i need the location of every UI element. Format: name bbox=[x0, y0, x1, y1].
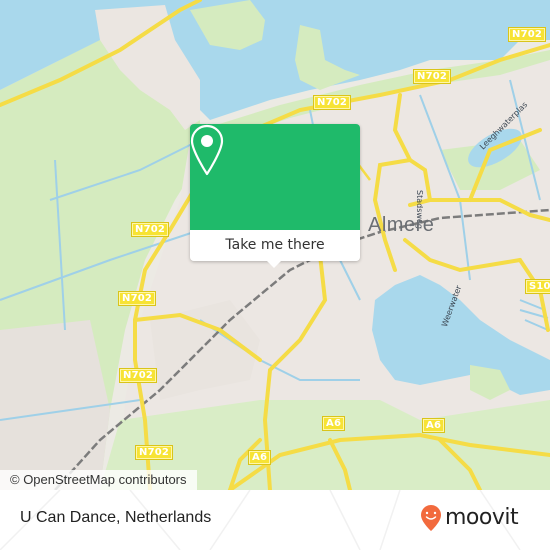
map[interactable]: N702 N702 N702 N702 N702 N702 N702 A6 A6… bbox=[0, 0, 550, 490]
moovit-wordmark: moovit bbox=[445, 505, 519, 530]
map-attribution[interactable]: © OpenStreetMap contributors bbox=[0, 470, 197, 490]
popup-header bbox=[190, 124, 360, 230]
city-label-almere: Almere bbox=[368, 214, 435, 236]
road-shield-a6: A6 bbox=[248, 450, 272, 465]
road-shield-n702: N702 bbox=[313, 95, 352, 110]
road-shield-n702: N702 bbox=[119, 368, 158, 383]
popup-pointer bbox=[266, 260, 282, 268]
road-shield-n702: N702 bbox=[131, 222, 170, 237]
place-name: U Can Dance, Netherlands bbox=[20, 509, 212, 526]
road-shield-n702: N702 bbox=[508, 27, 547, 42]
road-shield-n702: N702 bbox=[118, 291, 157, 306]
road-shield-a6: A6 bbox=[422, 418, 446, 433]
moovit-logo[interactable]: moovit bbox=[420, 504, 519, 532]
road-shield-n702: N702 bbox=[135, 445, 174, 460]
map-pin-icon bbox=[190, 124, 224, 176]
location-popup: Take me there bbox=[190, 124, 360, 268]
footer: U Can Dance, Netherlands moovit bbox=[0, 490, 550, 550]
road-shield-a6: A6 bbox=[322, 416, 346, 431]
moovit-pin-icon bbox=[421, 505, 441, 531]
road-shield-s103: S103 bbox=[525, 279, 550, 294]
take-me-there-button[interactable]: Take me there bbox=[190, 230, 360, 261]
road-shield-n702: N702 bbox=[413, 69, 452, 84]
